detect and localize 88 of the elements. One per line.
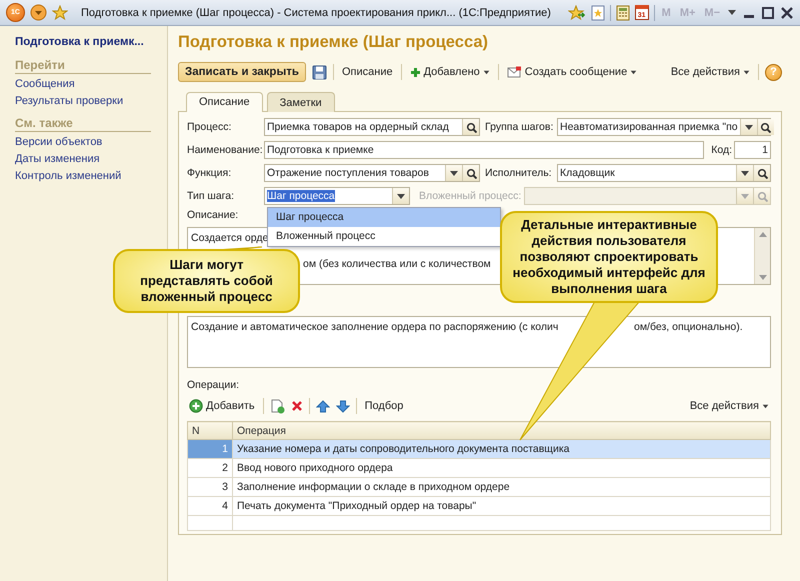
calculator-icon[interactable]	[616, 4, 630, 20]
tab[interactable]: Заметки	[266, 92, 335, 112]
caret-icon	[449, 168, 459, 178]
requirements-field[interactable]: Создание и автоматическое заполнение ордера по распоряжению (с колич ом/без, опционально).	[187, 316, 771, 368]
delete-icon[interactable]	[290, 400, 303, 412]
field-label: Вложенный процесс:	[419, 190, 522, 202]
search-button[interactable]	[756, 119, 774, 135]
sidebar-link[interactable]: Даты изменения	[15, 153, 100, 165]
copy-document-icon[interactable]	[270, 398, 285, 414]
section-heading: Перейти	[15, 58, 151, 74]
search-button[interactable]	[753, 165, 770, 181]
field-label: Код:	[711, 144, 732, 156]
sidebar-link[interactable]: Сообщения	[15, 78, 75, 90]
caret-icon	[762, 402, 769, 410]
search-button[interactable]	[462, 119, 479, 135]
all-actions-button[interactable]: Все действия	[688, 399, 771, 413]
section-heading: См. также	[15, 116, 151, 132]
all-actions-button[interactable]: Все действия	[668, 65, 752, 79]
column-header[interactable]: N	[188, 422, 232, 440]
add-button[interactable]: Добавить	[187, 398, 257, 414]
sidebar-title[interactable]: Подготовка к приемк...	[15, 36, 155, 48]
table-cell: 2	[188, 458, 232, 478]
table-cell: Ввод нового приходного ордера	[232, 458, 770, 478]
tab[interactable]: Описание	[186, 92, 263, 112]
plus-icon	[410, 66, 421, 78]
caret-icon	[396, 192, 406, 200]
add-circle-icon	[189, 399, 203, 413]
search-button[interactable]	[462, 165, 479, 181]
dropdown-option[interactable]: Вложенный процесс	[268, 227, 500, 246]
field-label: Исполнитель:	[485, 167, 553, 179]
description-button[interactable]: Описание	[340, 65, 395, 79]
move-down-icon[interactable]	[336, 400, 350, 412]
code-field[interactable]: 1	[734, 141, 771, 159]
close-icon[interactable]	[780, 6, 794, 20]
pick-button[interactable]: Подбор	[362, 399, 406, 413]
search-icon	[466, 168, 476, 178]
window-title: Подготовка к приемке (Шаг процесса) - Система проектирования прикл... (1С:Предприятие)	[81, 6, 552, 18]
dropdown-button[interactable]	[736, 165, 753, 181]
field-label: Процесс:	[187, 121, 232, 133]
field-label: Группа шагов:	[485, 121, 554, 133]
dropdown-button[interactable]	[392, 188, 409, 204]
search-icon	[756, 168, 768, 178]
field-label: Наименование:	[187, 144, 264, 156]
caret-icon	[740, 168, 750, 178]
name-field[interactable]: Подготовка к приемке	[264, 141, 704, 159]
caret-icon	[630, 68, 638, 76]
search-icon	[760, 122, 772, 132]
search-icon	[466, 122, 476, 132]
table-cell: 4	[188, 496, 232, 516]
sidebar-link[interactable]: Контроль изменений	[15, 170, 122, 182]
hint-tooltip: Детальные интерактивные действия пользователя позволяют спроектировать необходимый интерфейс для выполнения шага	[500, 211, 718, 303]
sidebar-link[interactable]: Результаты проверки	[15, 95, 124, 107]
maximize-icon[interactable]	[761, 6, 775, 20]
save-close-button[interactable]: Записать и закрыть	[178, 62, 306, 82]
create-message-button[interactable]: Создать сообщение	[504, 65, 640, 79]
menu-button-icon[interactable]	[30, 4, 47, 21]
move-up-icon[interactable]	[316, 400, 330, 412]
field-label: Тип шага:	[187, 190, 236, 202]
step-group-field[interactable]: Неавтоматизированная приемка "по	[557, 118, 771, 136]
hint-tooltip: Шаги могут представлять собой вложенный процесс	[113, 249, 300, 313]
dropdown-button[interactable]	[445, 165, 462, 181]
star-arrow-icon[interactable]	[568, 4, 586, 20]
added-menu-button[interactable]: Добавлено	[408, 65, 492, 79]
field-label: Функция:	[187, 167, 232, 179]
caret-icon	[740, 192, 750, 200]
table-cell: Заполнение информации о складе в приходном ордере	[232, 478, 770, 496]
search-icon	[756, 190, 768, 202]
section-label: Операции:	[187, 379, 240, 391]
table-cell: 3	[188, 478, 232, 496]
process-field[interactable]: Приемка товаров на ордерный склад	[264, 118, 480, 136]
executor-field[interactable]: Кладовщик	[557, 164, 771, 182]
floppy-icon[interactable]	[312, 64, 327, 80]
table-cell: 1	[188, 440, 232, 458]
caret-icon	[743, 68, 750, 76]
envelope-icon	[506, 66, 522, 78]
caret-icon	[482, 68, 490, 76]
caret-icon	[744, 122, 754, 132]
dropdown-option[interactable]: Шаг процесса	[268, 208, 500, 227]
table-cell: Указание номера и даты сопроводительного документа поставщика	[232, 440, 770, 458]
function-field[interactable]: Отражение поступления товаров	[264, 164, 480, 182]
sidebar-link[interactable]: Версии объектов	[15, 136, 102, 148]
field-label: Описание:	[187, 209, 238, 221]
star-icon[interactable]	[52, 4, 68, 20]
column-header[interactable]: Операция	[232, 422, 770, 440]
table-cell: Печать документа "Приходный ордер на товары"	[232, 496, 770, 516]
dropdown-button[interactable]	[740, 119, 757, 135]
caret-icon[interactable]	[727, 8, 737, 17]
form-title: Подготовка к приемке (Шаг процесса)	[178, 33, 488, 52]
